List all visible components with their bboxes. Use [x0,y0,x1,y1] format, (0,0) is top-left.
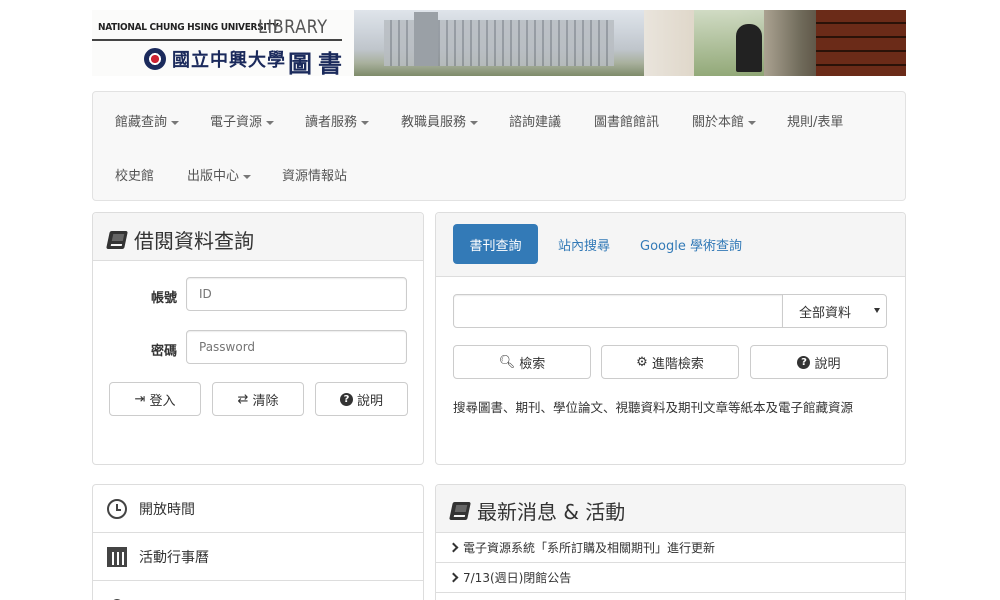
question-circle-icon: ? [797,355,811,369]
borrow-query-panel: 借閱資料查詢 帳號 密碼 ⇥ 登入 ⇄ 清除 ? 說明 [92,212,424,465]
banner-interior-photo [644,10,906,76]
nav-item-label: 資源情報站 [282,169,348,184]
quick-link-event-calendar[interactable]: 活動行事曆 [93,533,423,581]
banner-divider [92,39,342,41]
news-title: 最新消息 & 活動 [449,496,890,525]
nav-item-about[interactable]: 關於本館 [692,111,757,130]
tab-label: Google 學術查詢 [640,238,742,254]
login-help-button-label: 說明 [356,393,383,409]
nav-item-label: 讀者服務 [305,115,358,130]
clock-icon [107,498,127,519]
caret-down-icon [470,120,479,125]
nav-item-label: 電子資源 [210,115,263,130]
log-in-icon: ⇥ [134,391,146,407]
login-button-label: 登入 [149,393,176,409]
tab-label: 書刊查詢 [469,238,522,254]
news-item-text[interactable]: 7/13(週日)閉館公告 [463,569,571,586]
question-circle-icon: ? [339,392,353,406]
clear-button[interactable]: ⇄ 清除 [212,382,304,416]
search-scope-value: 全部資料 [799,305,852,321]
banner-english-name: NATIONAL CHUNG HSING UNIVERSITY [98,22,279,33]
banner-chinese-university-name: 國立中興大學 [172,50,286,71]
nav-item-consultation[interactable]: 諮詢建議 [509,111,561,130]
caret-down-icon [748,120,757,125]
nav-item-newsletter[interactable]: 圖書館館訊 [594,111,659,130]
news-item[interactable]: 7/13(週日)閉館公告 [436,563,905,593]
password-input[interactable] [186,330,407,364]
search-tabs-bar: 書刊查詢 站內搜尋 Google 學術查詢 [436,213,905,277]
caret-down-icon [243,174,252,179]
caret-down-icon [361,120,370,125]
gear-icon: ⚙ [636,354,648,370]
search-button-label: 檢索 [519,356,546,372]
nav-item-faculty-services[interactable]: 教職員服務 [401,111,479,130]
chevron-right-icon [448,542,459,553]
calendar-icon [107,546,127,567]
nav-item-label: 教職員服務 [401,115,467,130]
banner-chinese-library-name: 圖書館 [288,49,348,76]
nav-item-label: 出版中心 [187,169,240,184]
search-help-button[interactable]: ? 說明 [750,345,888,379]
login-help-button[interactable]: ? 說明 [315,382,408,416]
banner-logo-area: NATIONAL CHUNG HSING UNIVERSITY LIBRARY … [92,10,354,76]
book-icon [449,501,471,520]
nav-item-label: 關於本館 [692,115,745,130]
nav-item-publishing-center[interactable]: 出版中心 [187,165,252,184]
borrow-query-heading: 借閱資料查詢 [93,213,423,261]
tab-site-search[interactable]: 站內搜尋 [546,224,622,264]
quick-link-label: 活動行事曆 [139,549,209,566]
university-seal-icon [144,48,166,70]
tab-google-scholar[interactable]: Google 學術查詢 [632,224,750,264]
news-item-text[interactable]: 電子資源系統「系所訂購及相關期刊」進行更新 [463,539,715,556]
dropdown-arrow-icon [874,308,880,313]
nav-item-resource-station[interactable]: 資源情報站 [282,165,347,184]
caret-down-icon [266,120,275,125]
advanced-search-button-label: 進階檢索 [651,356,704,372]
advanced-search-button[interactable]: ⚙ 進階檢索 [601,345,739,379]
nav-item-e-resources[interactable]: 電子資源 [210,111,275,130]
search-help-button-label: 說明 [814,356,841,372]
retweet-icon: ⇄ [237,391,249,407]
search-panel: 書刊查詢 站內搜尋 Google 學術查詢 全部資料 🔍︎ 檢索 ⚙ 進階檢索 … [435,212,906,465]
chevron-right-icon [448,572,459,583]
search-description: 搜尋圖書、期刊、學位論文、視聽資料及期刊文章等紙本及電子館藏資源 [453,400,854,415]
nav-item-collection-search[interactable]: 館藏查詢 [115,111,180,130]
nav-item-label: 規則/表單 [787,115,844,130]
news-title-text: 最新消息 & 活動 [477,500,626,524]
clear-button-label: 清除 [252,393,279,409]
search-button[interactable]: 🔍︎ 檢索 [453,345,591,379]
borrow-query-title: 借閱資料查詢 [106,225,408,254]
caret-down-icon [171,120,180,125]
tab-label: 站內搜尋 [557,238,610,254]
account-input[interactable] [186,277,407,311]
borrow-query-title-text: 借閱資料查詢 [134,229,254,253]
quick-link-opening-hours[interactable]: 開放時間 [93,485,423,533]
login-button[interactable]: ⇥ 登入 [109,382,201,416]
nav-item-label: 諮詢建議 [509,115,562,130]
main-navbar: 館藏查詢 電子資源 讀者服務 教職員服務 諮詢建議 圖書館館訊 關於本館 規則/… [92,91,906,201]
news-heading: 最新消息 & 活動 [436,485,905,533]
banner-library-word: LIBRARY [258,16,328,38]
banner-building-photo [354,10,644,76]
search-icon: 🔍︎ [498,354,516,370]
news-panel: 最新消息 & 活動 電子資源系統「系所訂購及相關期刊」進行更新 7/13(週日)… [435,484,906,600]
nav-item-label: 館藏查詢 [115,115,168,130]
quick-link-label: 開放時間 [139,501,195,518]
search-input[interactable] [453,294,783,328]
library-banner[interactable]: NATIONAL CHUNG HSING UNIVERSITY LIBRARY … [92,10,906,76]
quick-link-third[interactable] [93,581,423,600]
nav-item-label: 校史館 [115,169,155,184]
book-icon [106,230,128,249]
search-scope-select[interactable]: 全部資料 [782,294,887,328]
nav-item-label: 圖書館館訊 [594,115,660,130]
quick-links-panel: 開放時間 活動行事曆 [92,484,424,600]
account-label: 帳號 [150,291,177,306]
news-item[interactable]: 電子資源系統「系所訂購及相關期刊」進行更新 [436,533,905,563]
nav-item-rules-forms[interactable]: 規則/表單 [787,111,843,130]
password-label: 密碼 [150,344,177,359]
tab-catalog-search[interactable]: 書刊查詢 [453,224,538,264]
nav-item-reader-services[interactable]: 讀者服務 [305,111,370,130]
nav-item-history-museum[interactable]: 校史館 [115,165,154,184]
